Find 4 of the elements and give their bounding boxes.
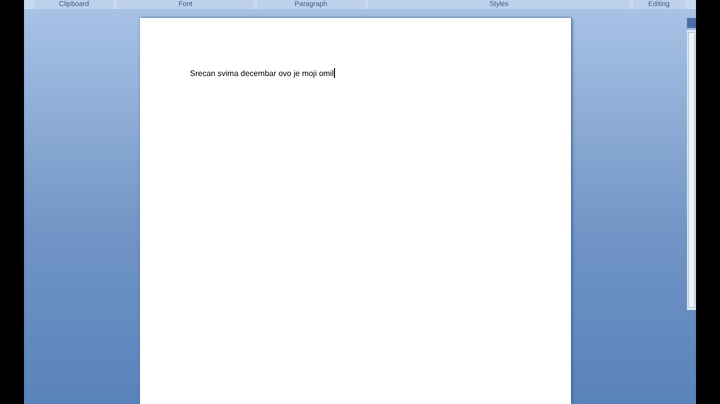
document-text: Srecan svima decembar ovo je moji omil	[190, 68, 334, 78]
scrollbar-thumb[interactable]	[688, 32, 695, 308]
scrollbar[interactable]	[687, 30, 696, 310]
text-cursor	[334, 68, 335, 78]
